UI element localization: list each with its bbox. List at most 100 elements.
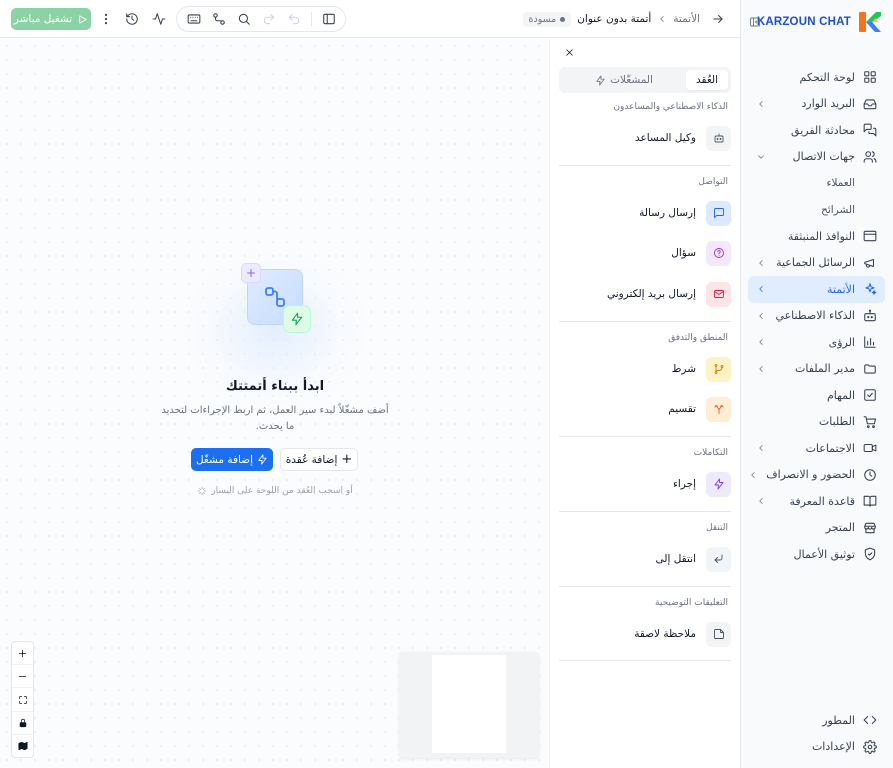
toggle-panel-icon[interactable] — [321, 11, 337, 27]
sidebar-item-store[interactable]: المتجر — [748, 515, 885, 542]
sidebar-item-dashboard[interactable]: لوحة التحكم — [748, 64, 885, 91]
chevron-left-icon — [759, 312, 763, 319]
toolbar-divider — [310, 12, 312, 26]
sidebar-item-label: المتجر — [825, 521, 855, 535]
folder-icon — [864, 364, 876, 374]
video-icon — [863, 444, 877, 453]
history-icon[interactable] — [124, 11, 140, 27]
section-divider — [559, 511, 731, 512]
section-divider — [559, 436, 731, 437]
robot-icon — [864, 309, 876, 321]
node-goto[interactable]: انتقل إلى — [559, 545, 731, 573]
sidebar-item-popups[interactable]: النوافذ المنبثقة — [748, 223, 885, 250]
goto-icon — [706, 546, 731, 572]
more-vertical-icon[interactable] — [98, 11, 114, 27]
minimap-toggle-button[interactable] — [12, 735, 33, 757]
sidebar-item-settings[interactable]: الإعدادات — [748, 734, 885, 761]
status-dot — [560, 16, 566, 22]
add-node-label: إضافة عُقدة — [285, 453, 338, 466]
minimap[interactable] — [399, 652, 539, 758]
plus-icon: + — [341, 452, 353, 467]
breadcrumb-automation[interactable]: الأتمتة — [673, 13, 700, 25]
zoom-out-button[interactable] — [12, 665, 33, 689]
bolt-icon — [258, 454, 267, 465]
branch-icon — [706, 356, 731, 382]
node-label: شرط — [671, 363, 696, 375]
sidebar-item-meetings[interactable]: الاجتماعات — [748, 435, 885, 462]
keyboard-icon[interactable] — [186, 11, 202, 27]
chevron-left-icon — [759, 339, 763, 346]
sidebar-item-knowledge-base[interactable]: قاعدة المعرفة — [748, 488, 885, 515]
automation-title[interactable]: أتمتة بدون عنوان — [577, 13, 651, 25]
section-title-logic: المنطق والتدفق — [668, 333, 728, 343]
sidebar-item-orders[interactable]: الطلبات — [748, 409, 885, 436]
empty-state-title: ابدأ ببناء أتمتتك — [225, 379, 325, 394]
sidebar-item-business-verification[interactable]: توثيق الأعمال — [748, 541, 885, 568]
plus-icon: + — [241, 263, 261, 283]
chat-icon — [863, 123, 877, 137]
sidebar-item-label: توثيق الأعمال — [793, 547, 855, 561]
sidebar-item-tasks[interactable]: المهام — [748, 382, 885, 409]
sidebar-item-automation[interactable]: الأتمتة — [748, 276, 885, 303]
inbox-icon — [863, 99, 877, 109]
go-live-button[interactable]: تشغيل مباشر — [11, 8, 91, 30]
tab-nodes[interactable]: العُقد — [686, 70, 728, 90]
node-label: ملاحظة لاصقة — [634, 628, 696, 640]
sidebar-item-segments[interactable]: الشرائح — [748, 197, 885, 224]
sidebar-item-customers[interactable]: العملاء — [748, 170, 885, 197]
add-trigger-button[interactable]: إضافة مشغّل — [191, 448, 273, 471]
node-sticky-note[interactable]: ملاحظة لاصقة — [559, 620, 731, 648]
flow-canvas[interactable]: + ابدأ ببناء أتمتتك أضف مشغّلاً لبدء سير… — [0, 39, 549, 768]
sidebar-item-label: محادثة الفريق — [791, 123, 855, 137]
chevron-left-icon — [759, 498, 763, 505]
fit-view-button[interactable] — [12, 688, 33, 712]
section-title-annotations: التعليقات التوضيحية — [655, 598, 728, 608]
section-divider — [559, 165, 731, 166]
split-icon — [706, 396, 731, 422]
sidebar-item-label: الأتمتة — [827, 282, 855, 296]
bot-icon — [706, 125, 731, 151]
sidebar-item-label: المهام — [827, 388, 855, 402]
sidebar-item-label: المطور — [822, 713, 855, 727]
sidebar-item-label: العملاء — [826, 177, 855, 190]
undo-icon[interactable] — [286, 11, 302, 27]
back-arrow-icon[interactable] — [711, 12, 725, 26]
node-send-message[interactable]: إرسال رسالة — [559, 199, 731, 227]
bolt-icon — [283, 305, 311, 333]
sidebar-item-insights[interactable]: الرؤى — [748, 329, 885, 356]
plus-icon — [18, 649, 27, 657]
node-condition[interactable]: شرط — [559, 355, 731, 383]
sidebar-item-contacts[interactable]: جهات الاتصال — [748, 144, 885, 171]
sidebar-item-file-manager[interactable]: مدير الملفات — [748, 356, 885, 383]
sidebar-item-label: الإعدادات — [811, 740, 855, 754]
sidebar-item-team-chat[interactable]: محادثة الفريق — [748, 117, 885, 144]
section-title-communication: التواصل — [698, 177, 728, 187]
panel-tabs: العُقد المشغّلات — [559, 67, 731, 93]
status-badge: مسودة — [522, 11, 572, 27]
breadcrumb: الأتمتة أتمتة بدون عنوان مسودة — [520, 9, 700, 29]
add-node-button[interactable]: + إضافة عُقدة — [280, 448, 358, 471]
node-question[interactable]: سؤال — [559, 239, 731, 267]
section-divider — [559, 660, 731, 661]
brand: KARZOUN CHAT — [741, 0, 893, 44]
node-send-email[interactable]: إرسال بريد إلكتروني — [559, 280, 731, 308]
activity-icon[interactable] — [151, 11, 167, 27]
minimap-viewport[interactable] — [432, 655, 506, 753]
sidebar-item-attendance[interactable]: الحضور و الانصراف — [748, 462, 885, 489]
redo-icon[interactable] — [261, 11, 277, 27]
node-split[interactable]: تقسيم — [559, 395, 731, 423]
sidebar-item-ai[interactable]: الذكاء الاصطناعي — [748, 303, 885, 330]
sidebar-item-developer[interactable]: المطور — [748, 707, 885, 734]
lock-button[interactable] — [12, 712, 33, 735]
collapse-sidebar-icon[interactable] — [749, 16, 761, 28]
search-icon[interactable] — [236, 11, 252, 27]
close-icon[interactable] — [563, 47, 575, 59]
zoom-in-button[interactable] — [12, 642, 33, 666]
tab-triggers[interactable]: المشغّلات — [562, 70, 686, 90]
sidebar-item-inbox[interactable]: البريد الوارد — [748, 91, 885, 118]
message-icon — [706, 200, 731, 226]
auto-layout-icon[interactable] — [211, 11, 227, 27]
node-action[interactable]: إجراء — [559, 470, 731, 498]
sidebar-item-broadcasts[interactable]: الرسائل الجماعية — [748, 250, 885, 277]
node-assistant-agent[interactable]: وكيل المساعد — [559, 124, 731, 152]
